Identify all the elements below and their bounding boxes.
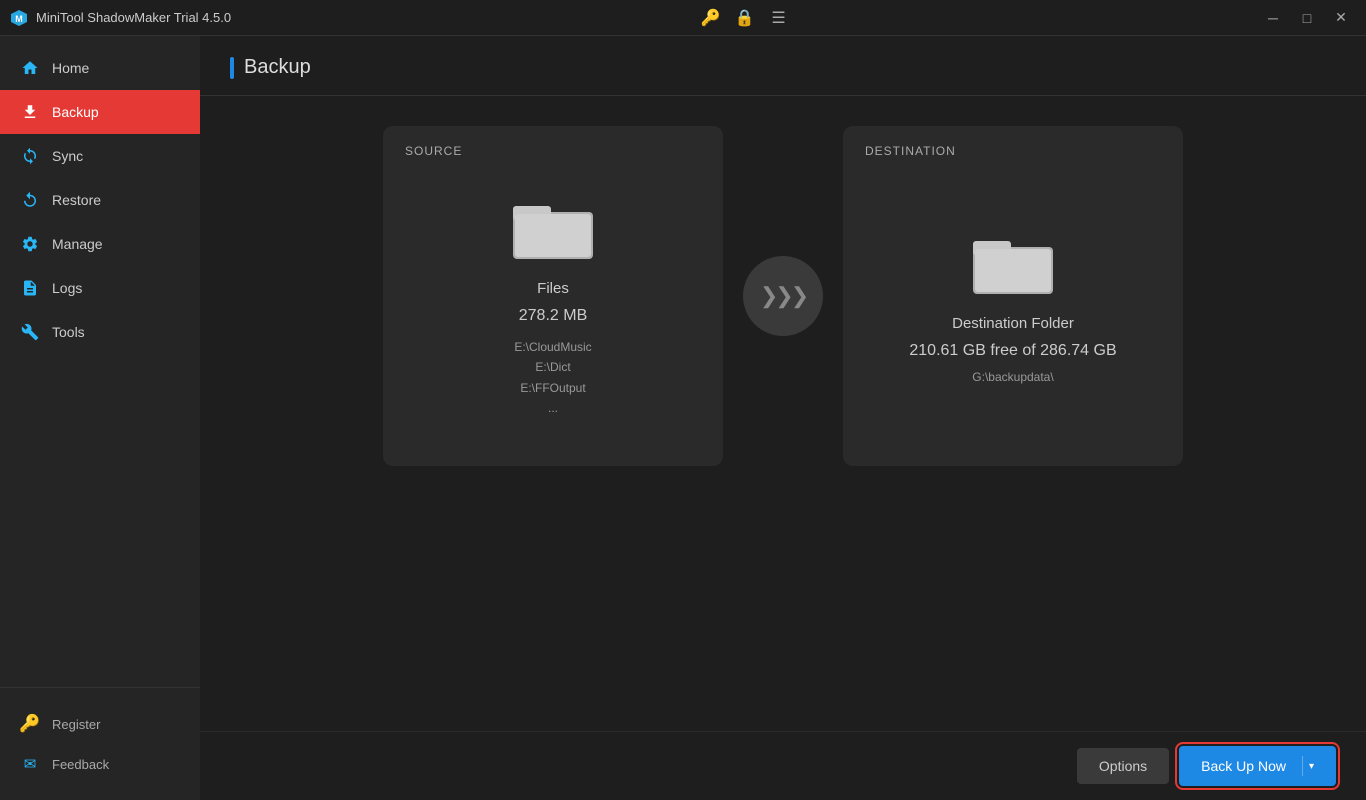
sidebar-item-sync[interactable]: Sync <box>0 134 200 178</box>
feedback-label: Feedback <box>52 757 109 772</box>
sidebar-nav: Home Backup Sync Restore <box>0 36 200 687</box>
arrow-connector: ❯❯❯ <box>743 256 823 336</box>
sidebar-item-manage-label: Manage <box>52 236 103 252</box>
app-title: MiniTool ShadowMaker Trial 4.5.0 <box>36 10 231 25</box>
destination-name: Destination Folder <box>952 315 1074 332</box>
sidebar-item-tools[interactable]: Tools <box>0 310 200 354</box>
sync-icon <box>20 146 40 166</box>
sidebar-item-restore-label: Restore <box>52 192 101 208</box>
titlebar-actions: 🔑 🔒 ☰ <box>697 4 793 32</box>
source-name: Files <box>537 280 569 297</box>
tools-icon <box>20 322 40 342</box>
options-button[interactable]: Options <box>1077 748 1169 784</box>
source-label: SOURCE <box>405 144 462 158</box>
titlebar: M MiniTool ShadowMaker Trial 4.5.0 🔑 🔒 ☰… <box>0 0 1366 36</box>
sidebar-item-tools-label: Tools <box>52 324 85 340</box>
page-header-bar <box>230 57 234 79</box>
minimize-button[interactable]: ─ <box>1258 4 1288 32</box>
register-icon: 🔑 <box>20 714 40 734</box>
backup-area: SOURCE Files 278.2 MB E:\CloudMusic E:\D… <box>200 96 1366 731</box>
sidebar-bottom: 🔑 Register ✉ Feedback <box>0 687 200 800</box>
source-path-3: E:\FFOutput <box>514 378 591 398</box>
sidebar-item-logs-label: Logs <box>52 280 82 296</box>
sidebar-item-manage[interactable]: Manage <box>0 222 200 266</box>
source-path-1: E:\CloudMusic <box>514 337 591 357</box>
page-header: Backup <box>200 36 1366 96</box>
source-paths: E:\CloudMusic E:\Dict E:\FFOutput ... <box>514 337 591 419</box>
feedback-button[interactable]: ✉ Feedback <box>0 744 200 784</box>
window-controls: ─ □ ✕ <box>1258 4 1356 32</box>
close-button[interactable]: ✕ <box>1326 4 1356 32</box>
manage-icon <box>20 234 40 254</box>
backup-now-button[interactable]: Back Up Now ▾ <box>1179 746 1336 786</box>
key-icon[interactable]: 🔑 <box>697 4 725 32</box>
backup-now-label: Back Up Now <box>1201 758 1296 774</box>
sidebar: Home Backup Sync Restore <box>0 36 200 800</box>
app-body: Home Backup Sync Restore <box>0 36 1366 800</box>
source-card[interactable]: SOURCE Files 278.2 MB E:\CloudMusic E:\D… <box>383 126 723 466</box>
register-label: Register <box>52 717 100 732</box>
page-title: Backup <box>244 56 311 79</box>
btn-separator <box>1302 756 1303 776</box>
arrow-icon: ❯❯❯ <box>760 283 806 309</box>
source-folder-icon <box>513 194 593 264</box>
svg-text:M: M <box>15 14 23 24</box>
destination-label: DESTINATION <box>865 144 956 158</box>
source-size: 278.2 MB <box>519 307 587 325</box>
destination-path: G:\backupdata\ <box>972 370 1053 384</box>
dropdown-arrow-icon[interactable]: ▾ <box>1309 761 1314 772</box>
source-path-2: E:\Dict <box>514 357 591 377</box>
destination-card[interactable]: DESTINATION Destination Folder 210.61 GB… <box>843 126 1183 466</box>
sidebar-item-logs[interactable]: Logs <box>0 266 200 310</box>
feedback-icon: ✉ <box>20 754 40 774</box>
restore-icon <box>20 190 40 210</box>
destination-free: 210.61 GB free of 286.74 GB <box>909 342 1116 360</box>
backup-icon <box>20 102 40 122</box>
register-button[interactable]: 🔑 Register <box>0 704 200 744</box>
logs-icon <box>20 278 40 298</box>
app-logo: M <box>10 9 28 27</box>
source-path-more: ... <box>514 398 591 418</box>
sidebar-item-backup[interactable]: Backup <box>0 90 200 134</box>
sidebar-item-sync-label: Sync <box>52 148 83 164</box>
home-icon <box>20 58 40 78</box>
bottom-bar: Options Back Up Now ▾ <box>200 731 1366 800</box>
sidebar-item-backup-label: Backup <box>52 104 99 120</box>
sidebar-item-restore[interactable]: Restore <box>0 178 200 222</box>
menu-icon[interactable]: ☰ <box>765 4 793 32</box>
titlebar-left: M MiniTool ShadowMaker Trial 4.5.0 <box>10 9 231 27</box>
maximize-button[interactable]: □ <box>1292 4 1322 32</box>
sidebar-item-home[interactable]: Home <box>0 46 200 90</box>
destination-folder-icon <box>973 229 1053 299</box>
main-content: Backup SOURCE Files 278.2 MB <box>200 36 1366 800</box>
backup-cards: SOURCE Files 278.2 MB E:\CloudMusic E:\D… <box>230 126 1336 466</box>
lock-icon[interactable]: 🔒 <box>731 4 759 32</box>
sidebar-item-home-label: Home <box>52 60 89 76</box>
